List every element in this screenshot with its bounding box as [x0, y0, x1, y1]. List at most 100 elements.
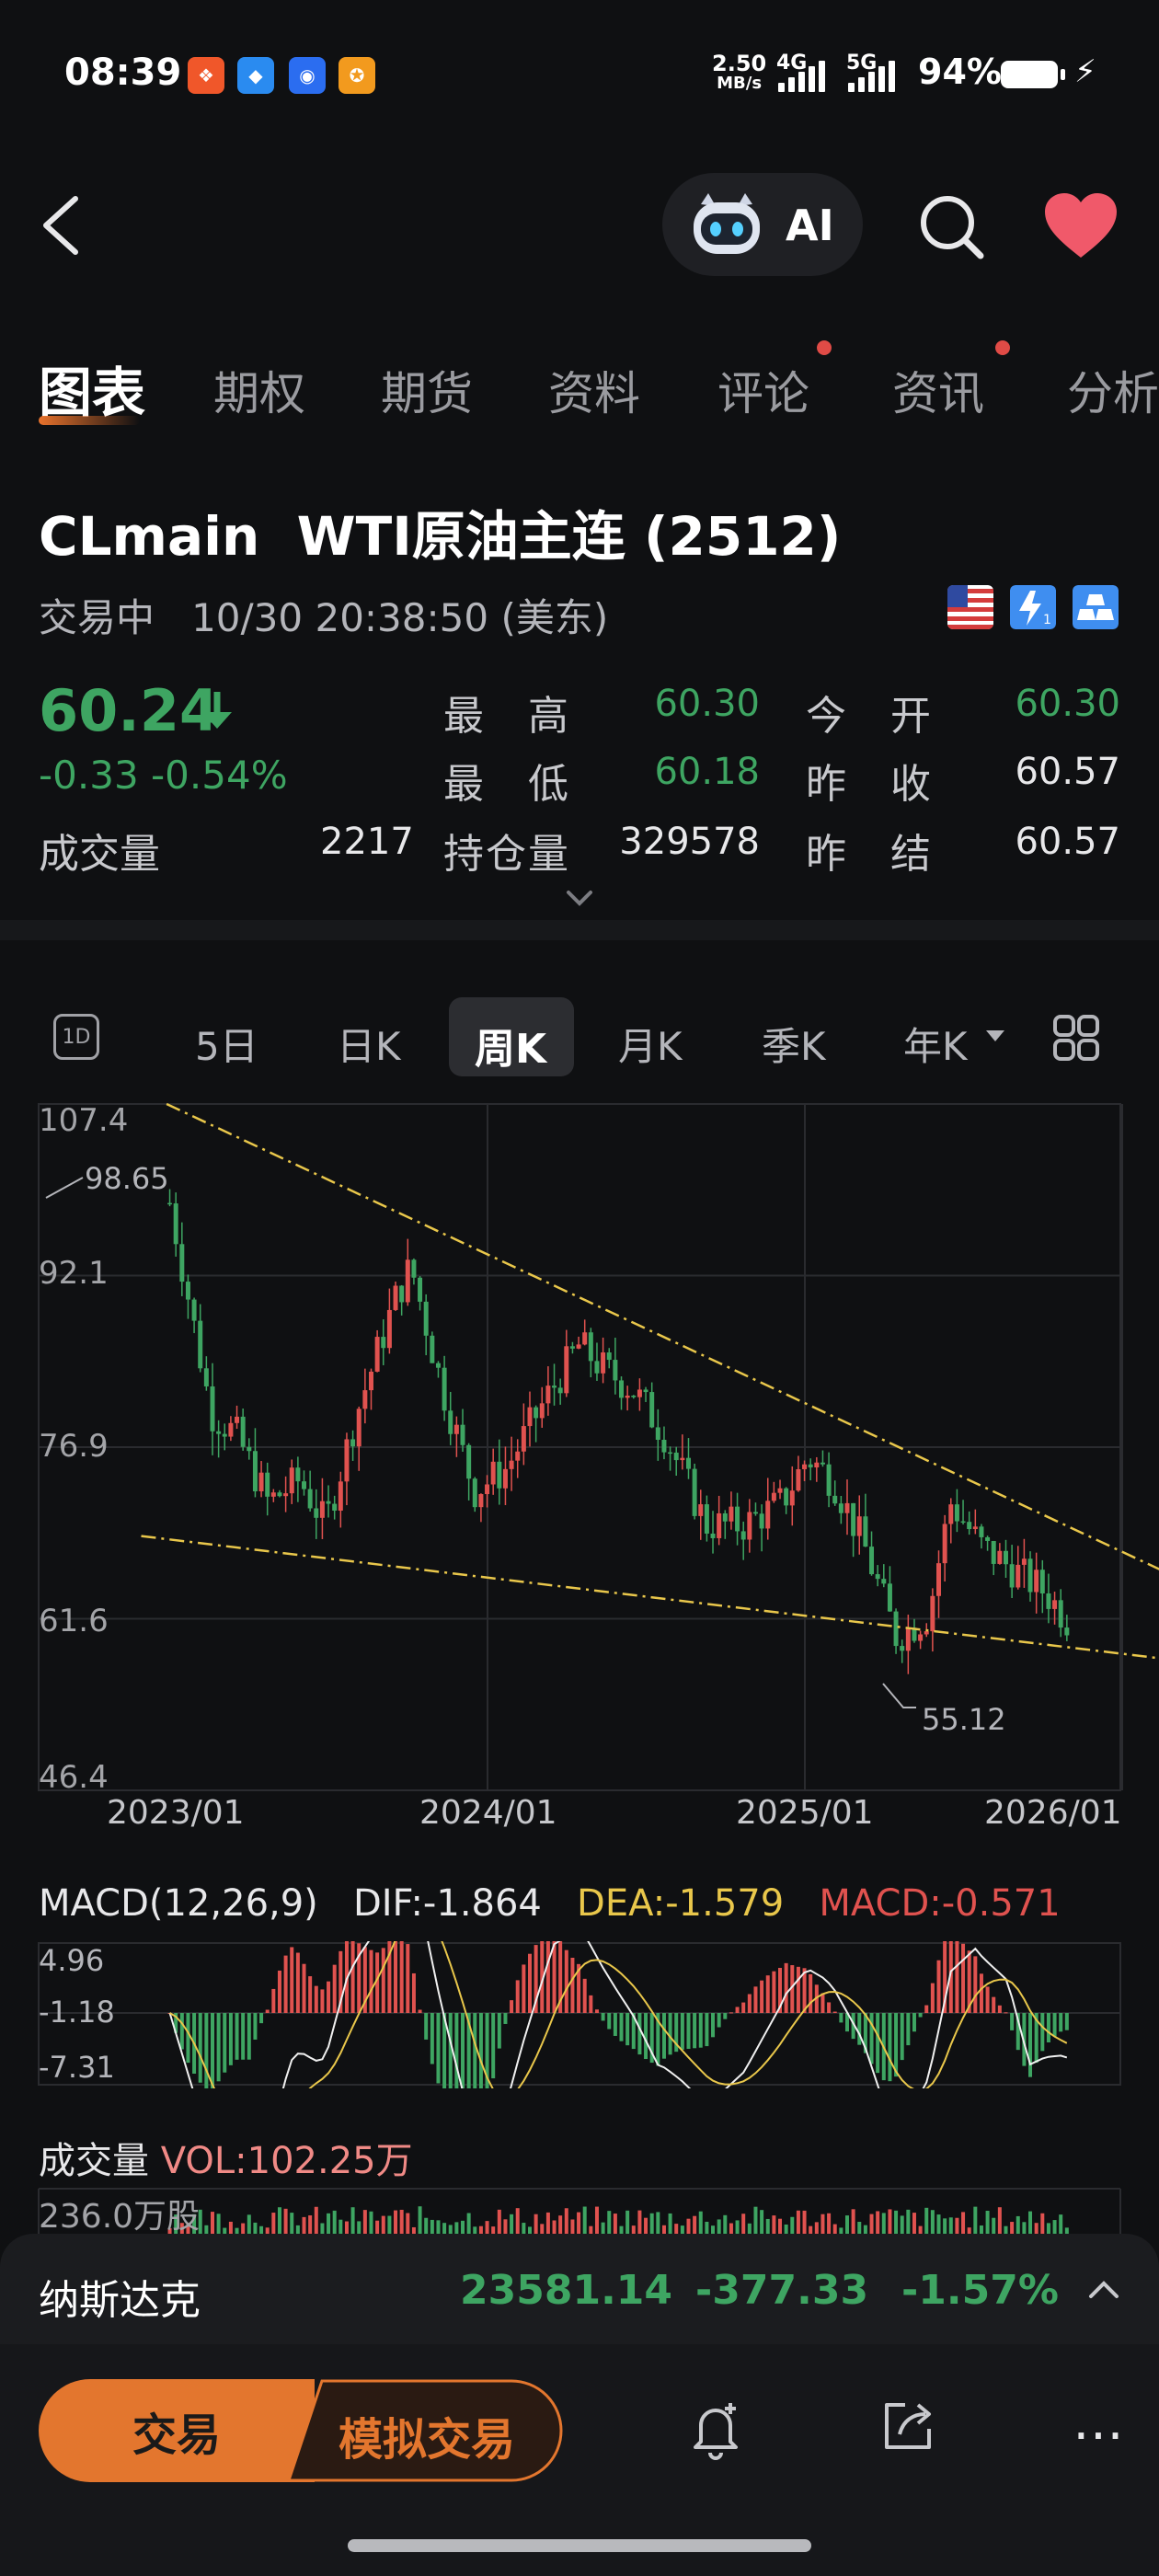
macd-bar [277, 1970, 281, 2013]
candle-body [539, 1403, 545, 1419]
x-tick-label: 2023/01 [107, 1794, 245, 1832]
candle-body [478, 1494, 484, 1508]
period-monthly[interactable]: 月K [618, 1016, 683, 1072]
candle-body [314, 1508, 319, 1518]
chart-grid [38, 1103, 1123, 1791]
macd-bar [729, 2012, 733, 2014]
candle-body [893, 1611, 899, 1647]
macd-bar [1040, 2013, 1045, 2052]
candle-body [1064, 1627, 1070, 1636]
trade-button[interactable]: 交易 [39, 2379, 315, 2482]
x-tick-label: 2025/01 [736, 1794, 874, 1832]
candle-body [722, 1512, 728, 1522]
candle-body [240, 1416, 246, 1447]
period-daily[interactable]: 日K [337, 1016, 401, 1072]
candle-body [381, 1337, 386, 1349]
ai-label: AI [786, 201, 834, 250]
volume-bar [564, 2208, 568, 2234]
volume-bar [308, 2215, 313, 2234]
tab-analysis[interactable]: 分析 [1067, 357, 1159, 421]
period-yearly[interactable]: 年K [903, 1016, 968, 1072]
volume-bar [973, 2206, 978, 2234]
candle-body [435, 1363, 441, 1368]
macd-y-tick: 4.96 [39, 1943, 105, 1978]
candlestick-chart[interactable] [0, 1095, 1159, 1794]
candle-body [680, 1457, 685, 1461]
battery-percent: 94% [918, 52, 1002, 92]
candle-body [1052, 1600, 1058, 1609]
candle-body [374, 1337, 380, 1372]
macd-bar [198, 2013, 202, 2083]
volume-bar [478, 2225, 483, 2234]
candle-body [729, 1506, 734, 1522]
volume-bar [485, 2221, 489, 2234]
candle-body [430, 1335, 435, 1363]
tab-futures[interactable]: 期货 [381, 357, 473, 423]
macd-bar [894, 2013, 899, 2077]
candle-body [613, 1360, 618, 1381]
candle-body [307, 1489, 313, 1509]
tab-options[interactable]: 期权 [213, 357, 305, 423]
volume-bar [454, 2222, 459, 2234]
macd-bar [510, 2000, 514, 2013]
high-label: 最 高 [443, 693, 570, 740]
svg-text:1: 1 [1043, 613, 1051, 627]
favorite-heart-icon[interactable] [1043, 191, 1119, 261]
intraday-1d-icon[interactable]: 1D [53, 1014, 99, 1060]
macd-bar [992, 1996, 996, 2013]
macd-bar [564, 1949, 568, 2013]
macd-bar [491, 2013, 496, 2079]
macd-bar [900, 2013, 904, 2061]
macd-chart[interactable] [0, 1941, 1159, 2088]
period-5day[interactable]: 5日 [195, 1016, 258, 1072]
expand-chevron-icon[interactable] [563, 887, 596, 909]
volume-bar [1064, 2227, 1069, 2234]
candle-body [552, 1386, 557, 1388]
home-indicator[interactable] [348, 2539, 811, 2552]
volume-bar [265, 2227, 270, 2234]
more-options-icon[interactable]: ⋯ [1073, 2405, 1128, 2465]
candle-body [954, 1504, 959, 1522]
volume-bar [698, 2211, 703, 2234]
yearly-dropdown-icon[interactable] [984, 1029, 1006, 1043]
candle-body [808, 1464, 813, 1468]
volume-bar [686, 2218, 691, 2234]
candle-body [521, 1426, 526, 1452]
search-icon[interactable] [916, 191, 986, 261]
tab-news[interactable]: 资讯 [892, 357, 984, 423]
signal-4g-icon [778, 55, 825, 92]
macd-legend: MACD(12,26,9) DIF:-1.864 DEA:-1.579 MACD… [39, 1882, 1061, 1925]
macd-bar [241, 2013, 246, 2060]
volume-bar [582, 2206, 587, 2234]
volume-bar [314, 2206, 318, 2234]
tab-profile[interactable]: 资料 [548, 357, 640, 423]
volume-bar [729, 2223, 733, 2234]
candle-body [173, 1203, 178, 1245]
candle-body [448, 1410, 453, 1434]
volume-bar [796, 2210, 800, 2234]
period-weekly[interactable]: 周K [475, 1016, 546, 1075]
back-icon[interactable] [37, 193, 92, 258]
chart-layout-grid-icon[interactable] [1052, 1014, 1100, 1062]
candle-body [771, 1492, 776, 1501]
tab-comments[interactable]: 评论 [717, 357, 809, 423]
candle-body [643, 1389, 648, 1393]
price-alert-bell-icon[interactable] [688, 2398, 743, 2462]
volume-bar [527, 2226, 532, 2234]
macd-bar [912, 2013, 916, 2032]
period-quarterly[interactable]: 季K [762, 1016, 826, 1072]
y-tick-label: 76.9 [39, 1428, 109, 1465]
macd-bar [936, 1960, 941, 2013]
candle-body [820, 1462, 825, 1465]
volume-bar [613, 2214, 617, 2234]
macd-bar [955, 1941, 959, 2013]
candle-body [350, 1439, 356, 1447]
candle-body [362, 1390, 368, 1409]
candle-body [881, 1579, 887, 1584]
share-icon[interactable] [879, 2398, 936, 2455]
candle-body [270, 1492, 276, 1497]
candle-body [802, 1464, 808, 1469]
volume-bar [497, 2209, 501, 2234]
macd-bar [327, 1981, 331, 2013]
chevron-up-icon[interactable] [1085, 2276, 1122, 2304]
